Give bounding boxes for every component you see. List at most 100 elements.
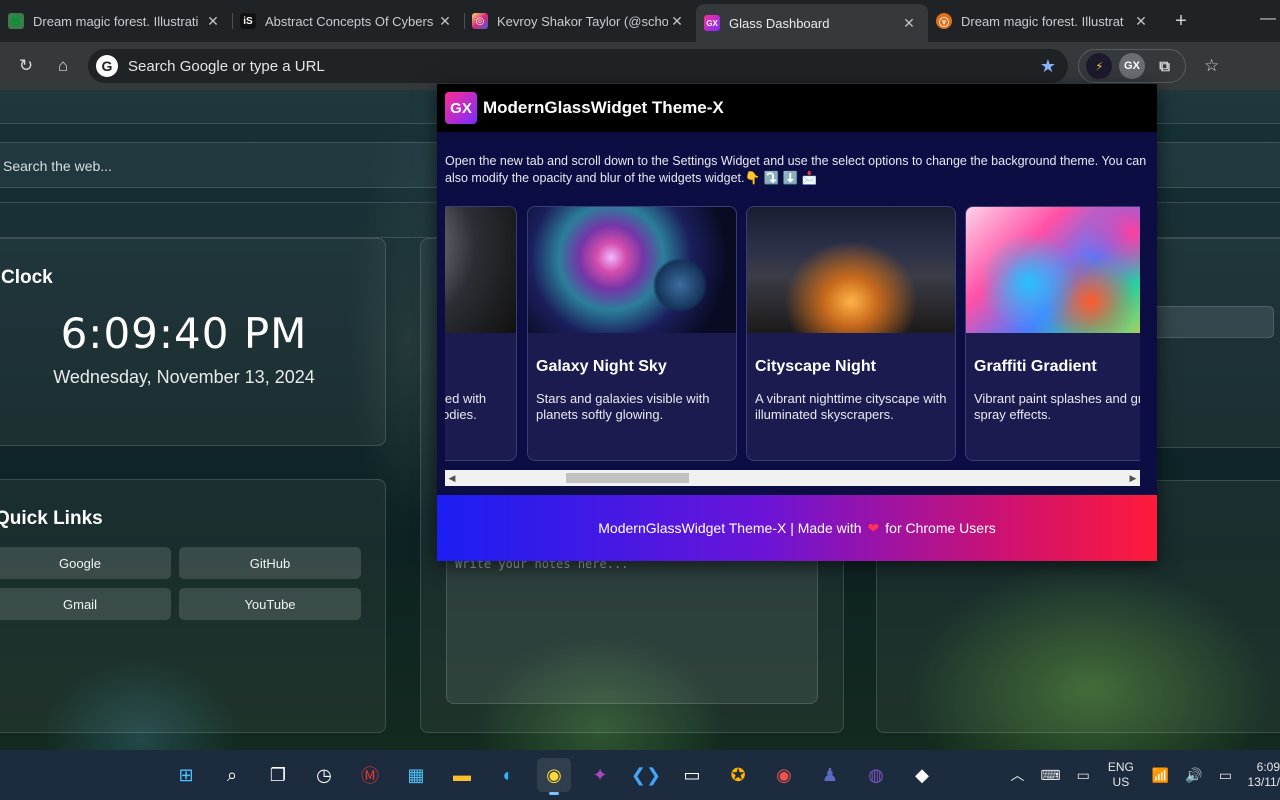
footer-suffix: for Chrome Users	[885, 520, 996, 536]
settings-select[interactable]	[1150, 306, 1274, 338]
terminal-icon[interactable]: ▭	[675, 758, 709, 792]
flash-extension-icon[interactable]: ⚡	[1086, 53, 1113, 79]
clock-app-icon[interactable]: ◷	[307, 758, 341, 792]
popup-description: Open the new tab and scroll down to the …	[445, 154, 1147, 185]
is-favicon-icon: iS	[240, 13, 256, 29]
theme-image	[445, 207, 516, 333]
theme-image	[528, 207, 736, 333]
popup-header: GX ModernGlassWidget Theme-X	[437, 84, 1157, 132]
tab-title: Dream magic forest. Illustrati	[33, 13, 199, 29]
popup-title: ModernGlassWidget Theme-X	[483, 98, 724, 117]
tab-abstract-concepts[interactable]: iS Abstract Concepts Of Cybers ✕	[232, 4, 464, 38]
carousel-scrollbar[interactable]: ◀ ▶	[445, 470, 1140, 486]
start-icon[interactable]: ⊞	[169, 758, 203, 792]
close-icon[interactable]: ✕	[1132, 12, 1150, 30]
vscode-icon[interactable]: ❮❯	[629, 758, 663, 792]
browser-toolbar: ↻ ⌂ G Search Google or type a URL ★ ⚡ GX…	[0, 42, 1280, 90]
search-placeholder: Search the web...	[3, 158, 112, 174]
file-explorer-icon[interactable]: ▬	[445, 758, 479, 792]
system-tray: ︿ ⌨ ▭ ENG US 📶 🔊 ▭ 6:09 13/11/	[1002, 750, 1280, 800]
chrome-icon[interactable]: ◉	[537, 758, 571, 795]
tab-title: Glass Dashboard	[729, 15, 830, 31]
tab-title: Abstract Concepts Of Cybers	[265, 13, 434, 29]
copilot-icon[interactable]: ✦	[583, 758, 617, 792]
extension-popup: GX ModernGlassWidget Theme-X Open the ne…	[437, 84, 1157, 561]
omnibox[interactable]: G Search Google or type a URL ★	[88, 49, 1068, 83]
close-icon[interactable]: ✕	[668, 12, 686, 30]
theme-description: Stars and galaxies visible with planets …	[536, 391, 710, 422]
heart-icon: ❤	[867, 519, 880, 536]
tab-title: Kevroy Shakor Taylor (@scho	[497, 13, 668, 29]
windows-taskbar: ⊞ ⌕ ❐ ◷ Ⓜ ▦ ▬ ◐ ◉ ✦ ❮❯ ▭ ✪ ◉ ♟ ◍ ◆ ︿ ⌨ ▭…	[0, 750, 1280, 800]
scroll-left-icon[interactable]: ◀	[445, 470, 459, 486]
clock-date: Wednesday, November 13, 2024	[53, 367, 315, 387]
theme-card-galaxy[interactable]: Galaxy Night Sky Stars and galaxies visi…	[527, 206, 737, 461]
language-indicator[interactable]: ENG US	[1108, 760, 1134, 790]
keyboard-icon[interactable]: ⌨	[1040, 767, 1060, 784]
people-app-icon[interactable]: ♟	[813, 758, 847, 792]
quick-link-youtube[interactable]: YouTube	[179, 588, 361, 620]
bookmark-star-icon[interactable]: ★	[1040, 56, 1056, 77]
search-icon[interactable]: ⌕	[215, 758, 249, 792]
settings-widget	[1140, 238, 1280, 448]
minimize-icon[interactable]: —	[1260, 10, 1276, 28]
theme-title: Graffiti Gradient	[974, 358, 1097, 375]
display-icon[interactable]: ▭	[1077, 767, 1090, 784]
theme-card-graffiti[interactable]: Graffiti Gradient Vibrant paint splashes…	[965, 206, 1140, 461]
bookmarks-icon[interactable]: ☆	[1204, 56, 1219, 76]
store-icon[interactable]: ▦	[399, 758, 433, 792]
task-view-icon[interactable]: ❐	[261, 758, 295, 792]
notes-textarea[interactable]: Write your notes here...	[446, 550, 818, 704]
clock-header: Clock	[1, 267, 53, 288]
scrollbar-thumb[interactable]	[566, 473, 689, 483]
theme-description: A vibrant nighttime cityscape with illum…	[755, 391, 947, 422]
puzzle-extensions-icon[interactable]: ⧉	[1152, 53, 1178, 79]
quick-link-gmail[interactable]: Gmail	[0, 588, 171, 620]
theme-description: Vibrant paint splashes and graffiti spra…	[974, 391, 1140, 422]
tab-glass-dashboard[interactable]: GX Glass Dashboard ✕	[696, 4, 928, 42]
theme-description: led with odies.	[445, 391, 487, 422]
new-tab-button[interactable]: +	[1166, 6, 1196, 36]
chevron-up-icon[interactable]: ︿	[1010, 765, 1024, 785]
quick-link-google[interactable]: Google	[0, 547, 171, 579]
volume-icon[interactable]: 🔊	[1185, 767, 1202, 784]
chrome-alt-icon[interactable]: ◉	[767, 758, 801, 792]
tab-title: Dream magic forest. Illustrat	[961, 13, 1124, 29]
reload-icon[interactable]: ↻	[9, 49, 43, 83]
forest-favicon-icon: ⓥ	[936, 13, 952, 29]
region-code: US	[1112, 775, 1130, 789]
theme-carousel[interactable]: led with odies. Galaxy Night Sky Stars a…	[445, 206, 1140, 461]
theme-card-cityscape[interactable]: Cityscape Night A vibrant nighttime city…	[746, 206, 956, 461]
quick-link-github[interactable]: GitHub	[179, 547, 361, 579]
gx-extension-icon[interactable]: GX	[1118, 53, 1145, 79]
home-icon[interactable]: ⌂	[46, 49, 80, 83]
scroll-right-icon[interactable]: ▶	[1126, 470, 1140, 486]
gx-favicon-icon: GX	[704, 15, 720, 31]
tab-instagram[interactable]: ◎ Kevroy Shakor Taylor (@scho ✕	[464, 4, 696, 38]
edge-icon[interactable]: ◐	[491, 758, 525, 792]
language-code: ENG	[1107, 760, 1134, 774]
tab-dream-forest-2[interactable]: ⓥ Dream magic forest. Illustrat ✕	[928, 4, 1160, 38]
mcafee-icon[interactable]: Ⓜ	[353, 758, 387, 792]
tray-clock[interactable]: 6:09 13/11/	[1240, 760, 1280, 790]
forest-favicon-icon: 🌲	[8, 13, 24, 29]
wifi-icon[interactable]: 📶	[1152, 767, 1169, 784]
firefox-icon[interactable]: ◍	[859, 758, 893, 792]
tab-dream-forest-1[interactable]: 🌲 Dream magic forest. Illustrati ✕	[0, 4, 232, 38]
clock-time: 6:09:40 PM	[60, 309, 308, 358]
inkscape-icon[interactable]: ◆	[905, 758, 939, 792]
theme-card-nebula[interactable]: led with odies.	[445, 206, 517, 461]
instagram-favicon-icon: ◎	[472, 13, 488, 29]
quick-links-header: Quick Links	[0, 508, 103, 529]
battery-icon[interactable]: ▭	[1219, 767, 1232, 784]
theme-title: Cityscape Night	[755, 358, 876, 375]
extensions-area: ⚡ GX ⧉	[1078, 49, 1186, 83]
close-icon[interactable]: ✕	[436, 12, 454, 30]
google-icon: G	[96, 55, 118, 77]
close-icon[interactable]: ✕	[204, 12, 222, 30]
tray-date: 13/11/	[1247, 775, 1280, 789]
tab-strip: 🌲 Dream magic forest. Illustrati ✕ iS Ab…	[0, 0, 1280, 42]
badge-app-icon[interactable]: ✪	[721, 758, 755, 792]
close-icon[interactable]: ✕	[900, 14, 918, 32]
omnibox-placeholder: Search Google or type a URL	[128, 57, 325, 75]
